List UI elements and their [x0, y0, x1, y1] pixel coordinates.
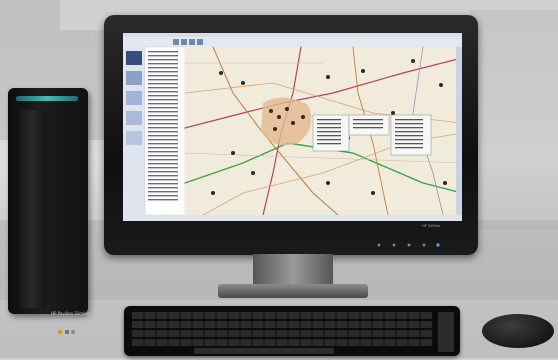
- monitor-stand-base: [218, 284, 368, 298]
- monitor-stand-neck: [253, 254, 333, 288]
- context-menu: [312, 114, 350, 152]
- tower-drive-bay: [18, 110, 46, 308]
- tower-ports: [58, 330, 75, 334]
- tower-brand-label: HP Pavilion Slimline: [51, 311, 91, 316]
- background-building: [470, 10, 558, 230]
- map-scrollbar: [456, 47, 462, 215]
- keyboard-keys: [132, 312, 454, 354]
- status-bar: [123, 215, 462, 221]
- monitor-screen: [123, 33, 462, 221]
- monitor-brand-label: HP 2009m: [422, 224, 441, 228]
- tower-light-strip: [16, 96, 78, 101]
- context-submenu: [348, 114, 390, 136]
- desktop-tower: HP Pavilion Slimline: [8, 88, 91, 334]
- computer-mouse: [482, 314, 554, 348]
- keyboard: [124, 306, 460, 356]
- monitor-buttons: [377, 243, 440, 247]
- tracking-app: [123, 33, 462, 221]
